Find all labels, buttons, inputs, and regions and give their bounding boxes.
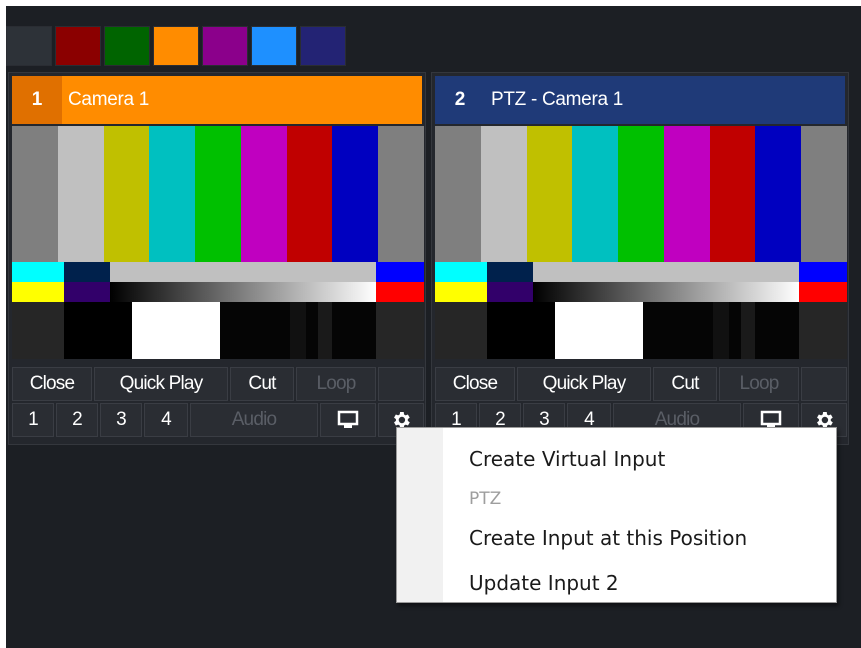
overlay-4-button[interactable]: 4 <box>144 403 188 437</box>
color-bars-preview[interactable] <box>12 126 424 359</box>
color-tab-red[interactable] <box>55 26 101 66</box>
color-bars-preview[interactable] <box>435 126 847 359</box>
overlay-row: 1 2 3 4 Audio <box>12 403 424 437</box>
input-title: PTZ - Camera 1 <box>491 89 623 110</box>
input-panel-2: 2 PTZ - Camera 1 Close Quick Play Cut Lo… <box>431 72 849 445</box>
input-header[interactable]: 1 Camera 1 <box>12 76 422 124</box>
color-tab-navy[interactable] <box>300 26 346 66</box>
context-menu: Create Virtual Input PTZ Create Input at… <box>396 427 837 603</box>
audio-button[interactable]: Audio <box>190 403 318 437</box>
blank-button[interactable] <box>378 367 424 401</box>
input-number: 2 <box>435 76 485 124</box>
quick-play-button[interactable]: Quick Play <box>517 367 651 401</box>
quick-play-button[interactable]: Quick Play <box>94 367 228 401</box>
menu-gutter <box>397 428 443 602</box>
transport-row: Close Quick Play Cut Loop <box>435 367 847 401</box>
input-header[interactable]: 2 PTZ - Camera 1 <box>435 76 845 124</box>
overlay-3-button[interactable]: 3 <box>100 403 142 437</box>
app-window: 1 Camera 1 Close Quick Play Cut Loop 1 2… <box>6 6 861 648</box>
menu-item-create-input-at-position[interactable]: Create Input at this Position <box>469 523 747 553</box>
color-tab-orange[interactable] <box>153 26 199 66</box>
menu-item-create-virtual-input[interactable]: Create Virtual Input <box>469 444 665 474</box>
overlay-1-button[interactable]: 1 <box>12 403 54 437</box>
menu-item-ptz: PTZ <box>469 489 502 509</box>
transport-row: Close Quick Play Cut Loop <box>12 367 424 401</box>
cut-button[interactable]: Cut <box>230 367 294 401</box>
input-number: 1 <box>12 76 62 124</box>
loop-button[interactable]: Loop <box>719 367 799 401</box>
color-tab-green[interactable] <box>104 26 150 66</box>
overlay-2-button[interactable]: 2 <box>56 403 98 437</box>
color-tab-blue[interactable] <box>251 26 297 66</box>
menu-item-update-input[interactable]: Update Input 2 <box>469 568 619 598</box>
close-button[interactable]: Close <box>12 367 92 401</box>
loop-button[interactable]: Loop <box>296 367 376 401</box>
input-title: Camera 1 <box>68 89 150 110</box>
blank-button[interactable] <box>801 367 847 401</box>
color-tab-gray[interactable] <box>6 26 52 66</box>
color-tab-purple[interactable] <box>202 26 248 66</box>
close-button[interactable]: Close <box>435 367 515 401</box>
monitor-icon[interactable] <box>320 403 376 437</box>
input-panel-1: 1 Camera 1 Close Quick Play Cut Loop 1 2… <box>8 72 426 445</box>
cut-button[interactable]: Cut <box>653 367 717 401</box>
